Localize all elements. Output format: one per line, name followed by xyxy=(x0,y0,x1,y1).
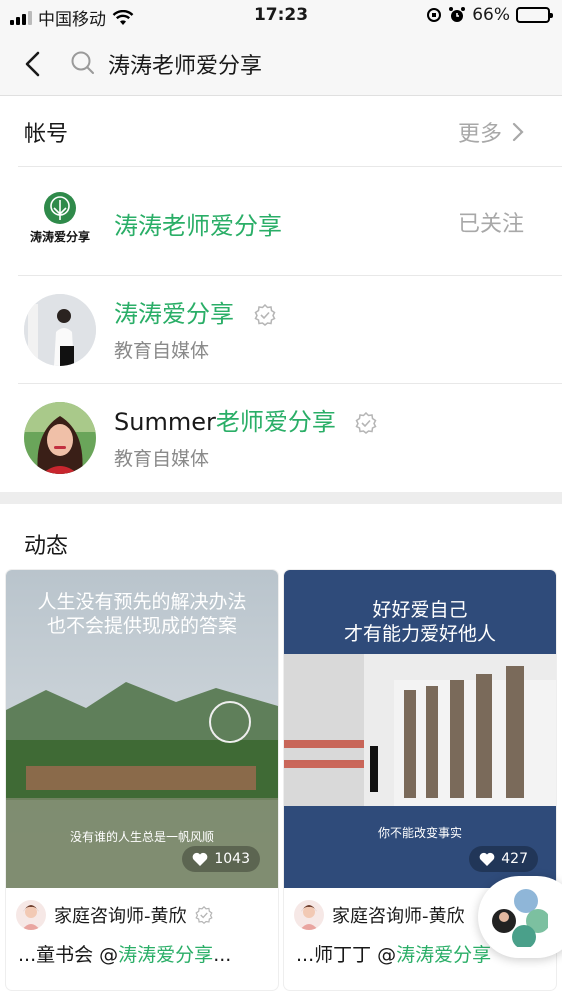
avatar xyxy=(24,294,96,366)
like-count: 1043 xyxy=(182,846,260,872)
tree-logo-icon xyxy=(44,192,76,224)
search-icon xyxy=(71,51,94,74)
verified-icon xyxy=(194,906,213,924)
account-row-3[interactable]: Summer老师爱分享 教育自媒体 xyxy=(0,384,562,492)
divider xyxy=(18,166,562,167)
heart-icon xyxy=(479,852,495,866)
orientation-lock-icon xyxy=(427,8,442,22)
followed-status: 已关注 xyxy=(457,212,524,237)
feed-card-1[interactable]: 人生没有预先的解决办法 也不会提供现成的答案 没有谁的人生总是一帆风顺 1043… xyxy=(6,570,278,990)
account-row-2[interactable]: 涛涛爱分享 教育自媒体 xyxy=(0,276,562,384)
account-logo: 涛涛爱分享 xyxy=(24,186,96,258)
feed-section: 动态 人生没有预先的解决办法 也不会提供现成的答案 没有谁的人生总是一帆风顺 1… xyxy=(0,504,562,1000)
account-row-1[interactable]: 涛涛爱分享 涛涛老师爱分享 已关注 xyxy=(0,168,562,276)
account-subtitle: 教育自媒体 xyxy=(114,340,210,362)
card-inner-caption: 没有谁的人生总是一帆风顺 xyxy=(69,830,214,844)
search-header: 涛涛老师爱分享 xyxy=(0,32,562,96)
account-name: Summer老师爱分享 xyxy=(114,402,377,437)
card-excerpt: ...师丁丁 @涛涛爱分享 xyxy=(296,944,492,966)
back-icon[interactable] xyxy=(18,48,48,80)
author-avatar xyxy=(16,900,46,930)
search-input[interactable]: 涛涛老师爱分享 xyxy=(108,48,262,80)
card-author: 家庭咨询师-黄欣 xyxy=(294,900,465,930)
accounts-title: 帐号 xyxy=(24,122,69,147)
card-caption: 好好爱自己 才有能力爱好他人 xyxy=(343,599,496,645)
chevron-right-icon xyxy=(512,122,524,142)
feed-title: 动态 xyxy=(24,534,69,559)
battery-percent: 66% xyxy=(472,5,510,25)
accounts-section: 帐号 更多 涛涛爱分享 涛涛老师爱分享 已关注 涛涛爱分享 教育自媒体 Summ… xyxy=(0,96,562,492)
floating-app-icon xyxy=(492,889,548,947)
card-caption: 人生没有预先的解决办法 也不会提供现成的答案 xyxy=(37,591,247,637)
card-author: 家庭咨询师-黄欣 xyxy=(16,900,213,930)
account-name: 涛涛老师爱分享 xyxy=(114,212,282,240)
more-accounts-link[interactable]: 更多 xyxy=(458,116,524,148)
more-label: 更多 xyxy=(457,122,502,147)
card-inner-caption: 你不能改变事实 xyxy=(377,826,462,840)
alarm-icon xyxy=(449,7,466,22)
like-count: 427 xyxy=(469,846,538,872)
verified-icon xyxy=(254,304,276,326)
logo-text: 涛涛爱分享 xyxy=(29,230,90,244)
status-right: 66% xyxy=(426,5,553,25)
card-image: 好好爱自己 才有能力爱好他人 你不能改变事实 427 xyxy=(284,570,556,888)
floating-window-bubble[interactable] xyxy=(478,876,562,958)
account-name: 涛涛爱分享 xyxy=(114,294,276,329)
verified-icon xyxy=(355,412,377,434)
battery-icon xyxy=(516,7,553,23)
status-bar: 中国移动 17:23 66% xyxy=(0,0,562,32)
card-excerpt: ...童书会 @涛涛爱分享... xyxy=(18,944,232,966)
author-avatar xyxy=(294,900,324,930)
card-image: 人生没有预先的解决办法 也不会提供现成的答案 没有谁的人生总是一帆风顺 1043 xyxy=(6,570,278,888)
heart-icon xyxy=(193,852,208,866)
account-subtitle: 教育自媒体 xyxy=(114,448,210,470)
avatar xyxy=(24,402,96,474)
